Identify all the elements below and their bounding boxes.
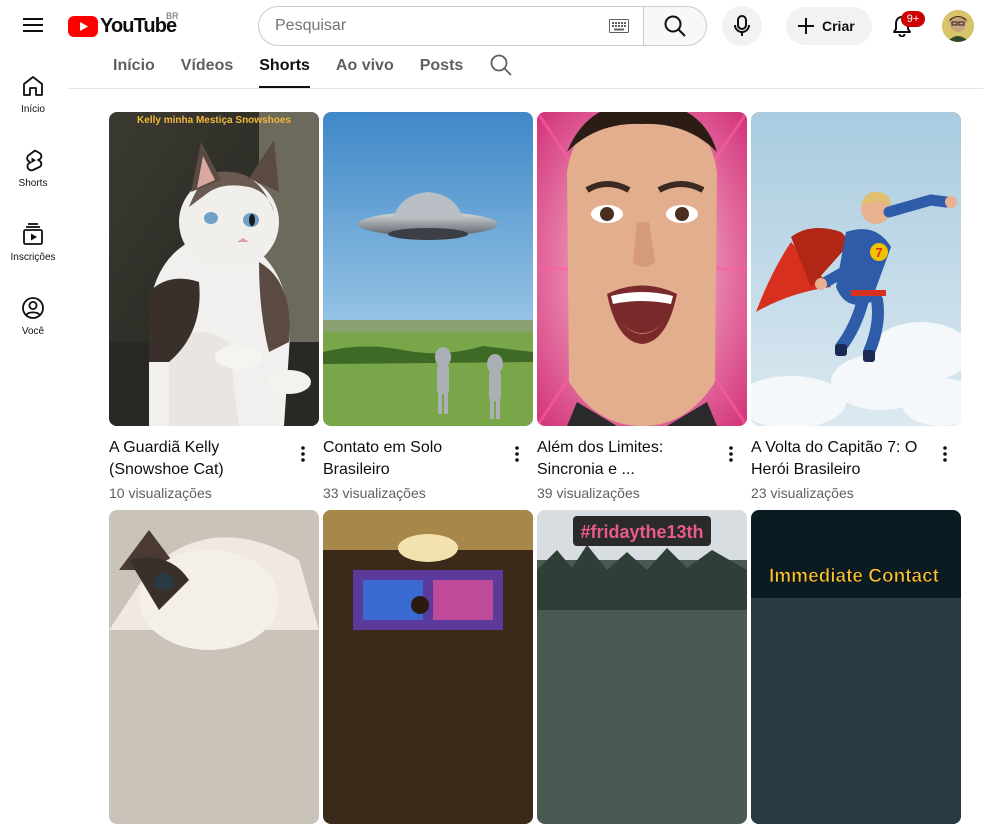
avatar[interactable] — [942, 10, 974, 42]
short-title[interactable]: A Volta do Capitão 7: O Herói Brasileiro — [751, 437, 931, 481]
channel-tabs: Início Vídeos Shorts Ao vivo Posts — [100, 52, 524, 88]
microphone-icon — [734, 15, 750, 36]
rail-label: Shorts — [18, 178, 48, 189]
short-thumbnail[interactable] — [323, 510, 533, 824]
short-card[interactable]: Immediate Contact — [751, 510, 961, 824]
short-views: 10 visualizações — [109, 485, 212, 501]
short-overlay-text: #fridaythe13th — [580, 522, 703, 542]
create-label: Criar — [822, 18, 855, 34]
rail-label: Início — [21, 104, 45, 115]
tab-posts[interactable]: Posts — [407, 52, 477, 88]
short-thumbnail[interactable] — [323, 112, 533, 426]
short-thumbnail[interactable]: #fridaythe13th — [537, 510, 747, 824]
tab-live[interactable]: Ao vivo — [323, 52, 407, 88]
rail-item-shorts[interactable]: Shorts — [0, 130, 66, 204]
short-overlay-text: Kelly minha Mestiça Snowshoes — [137, 115, 291, 126]
more-actions-icon[interactable] — [935, 442, 955, 466]
youtube-play-icon — [68, 15, 98, 37]
short-card[interactable]: Contato em Solo Brasileiro 33 visualizaç… — [323, 112, 533, 510]
create-button[interactable]: Criar — [786, 7, 872, 45]
you-icon — [22, 297, 44, 319]
short-card[interactable] — [109, 510, 319, 824]
short-meta: A Guardiã Kelly (Snowshoe Cat) 10 visual… — [109, 426, 319, 510]
search-input[interactable] — [275, 17, 607, 35]
short-meta: A Volta do Capitão 7: O Herói Brasileiro… — [751, 426, 961, 510]
short-overlay-text: Immediate Contact — [769, 566, 940, 587]
short-thumbnail[interactable] — [109, 510, 319, 824]
keyboard-icon[interactable] — [607, 14, 631, 38]
short-title[interactable]: Além dos Limites: Sincronia e ... — [537, 437, 717, 481]
tab-home[interactable]: Início — [100, 52, 168, 88]
short-card[interactable]: 7 A Volta do Capitão 7: O Herói Brasilei… — [751, 112, 961, 510]
search-bar — [258, 6, 707, 46]
tab-shorts[interactable]: Shorts — [246, 52, 323, 88]
channel-search-button[interactable] — [476, 52, 524, 88]
menu-icon[interactable] — [16, 8, 50, 42]
subscriptions-icon — [23, 223, 43, 245]
search-icon — [490, 54, 512, 76]
top-bar: YouTube BR Criar 9+ — [0, 0, 983, 52]
logo-text: YouTube — [100, 14, 177, 37]
home-icon — [23, 76, 43, 96]
short-title[interactable]: A Guardiã Kelly (Snowshoe Cat) — [109, 437, 289, 481]
short-thumbnail[interactable]: Immediate Contact — [751, 510, 961, 824]
short-thumbnail[interactable]: 7 — [751, 112, 961, 426]
more-actions-icon[interactable] — [721, 442, 741, 466]
rail-label: Você — [21, 326, 45, 337]
short-meta: Contato em Solo Brasileiro 33 visualizaç… — [323, 426, 533, 510]
search-icon — [664, 15, 686, 37]
short-title[interactable]: Contato em Solo Brasileiro — [323, 437, 503, 481]
hero-emblem: 7 — [875, 245, 882, 260]
short-views: 39 visualizações — [537, 485, 640, 501]
short-card[interactable]: Kelly minha Mestiça Snowshoes A Guardiã … — [109, 112, 319, 510]
short-thumbnail[interactable]: Kelly minha Mestiça Snowshoes — [109, 112, 319, 426]
rail-item-subscriptions[interactable]: Inscrições — [0, 204, 66, 278]
more-actions-icon[interactable] — [507, 442, 527, 466]
tabs-divider — [68, 88, 983, 89]
rail-item-home[interactable]: Início — [0, 56, 66, 130]
short-thumbnail[interactable] — [537, 112, 747, 426]
search-box — [258, 6, 643, 46]
left-rail: Início Shorts Inscrições Você — [0, 56, 66, 352]
rail-label: Inscrições — [10, 252, 56, 263]
youtube-logo[interactable]: YouTube BR — [68, 11, 179, 39]
more-actions-icon[interactable] — [293, 442, 313, 466]
shorts-icon — [26, 149, 43, 172]
rail-item-you[interactable]: Você — [0, 278, 66, 352]
short-card[interactable] — [323, 510, 533, 824]
short-card[interactable]: Além dos Limites: Sincronia e ... 39 vis… — [537, 112, 747, 510]
tab-videos[interactable]: Vídeos — [168, 52, 246, 88]
short-views: 23 visualizações — [751, 485, 854, 501]
search-button[interactable] — [643, 6, 707, 46]
plus-icon — [798, 18, 814, 34]
notification-badge: 9+ — [901, 11, 925, 27]
short-card[interactable]: #fridaythe13th — [537, 510, 747, 824]
country-code: BR — [166, 11, 179, 21]
short-meta: Além dos Limites: Sincronia e ... 39 vis… — [537, 426, 747, 510]
short-views: 33 visualizações — [323, 485, 426, 501]
voice-search-button[interactable] — [722, 6, 762, 46]
